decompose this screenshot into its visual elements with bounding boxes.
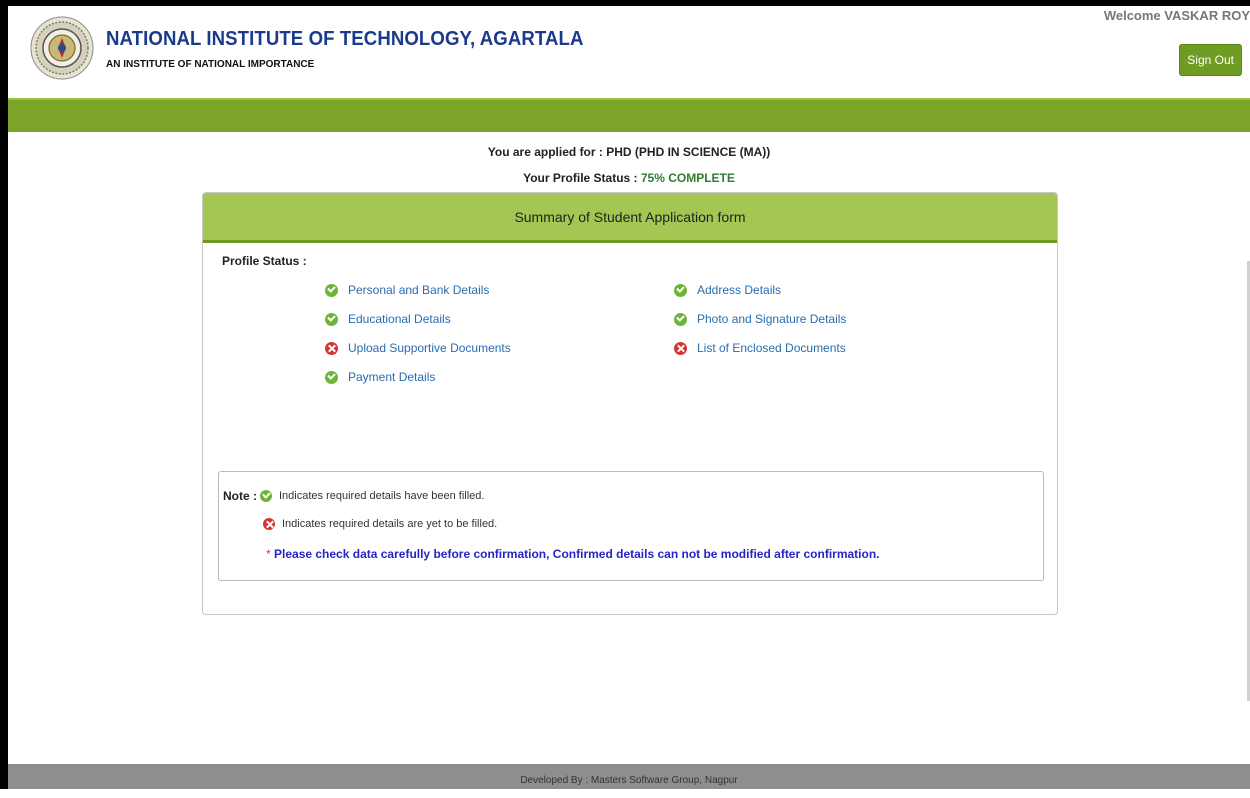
note-filled-text: Indicates required details have been fil… bbox=[279, 490, 485, 502]
status-item-label: Upload Supportive Documents bbox=[348, 341, 511, 355]
welcome-text: Welcome VASKAR ROY bbox=[1103, 8, 1250, 23]
check-circle-icon bbox=[674, 312, 687, 326]
check-circle-icon bbox=[260, 490, 272, 502]
site-header: NATIONAL INSTITUTE OF TECHNOLOGY, AGARTA… bbox=[8, 6, 1250, 98]
status-item-label: List of Enclosed Documents bbox=[697, 341, 846, 355]
applied-for-label: You are applied for : bbox=[487, 145, 607, 159]
status-item-label: Educational Details bbox=[348, 312, 451, 326]
institute-name: NATIONAL INSTITUTE OF TECHNOLOGY, AGARTA… bbox=[106, 28, 584, 50]
check-circle-icon bbox=[674, 283, 687, 297]
x-circle-icon bbox=[263, 518, 275, 530]
status-item-educational[interactable]: Educational Details bbox=[325, 312, 451, 326]
status-item-enclosed-documents[interactable]: List of Enclosed Documents bbox=[674, 341, 846, 355]
note-filled-row: Note : Indicates required details have b… bbox=[223, 489, 484, 503]
warning-asterisk: * bbox=[266, 547, 271, 561]
note-unfilled-row: Indicates required details are yet to be… bbox=[263, 518, 497, 530]
page: NATIONAL INSTITUTE OF TECHNOLOGY, AGARTA… bbox=[8, 6, 1250, 789]
check-circle-icon bbox=[325, 283, 338, 297]
note-label: Note : bbox=[223, 489, 257, 503]
check-circle-icon bbox=[325, 370, 338, 384]
note-box: Note : Indicates required details have b… bbox=[218, 471, 1044, 581]
footer: Developed By : Masters Software Group, N… bbox=[8, 764, 1250, 789]
profile-status-heading: Profile Status : bbox=[222, 254, 307, 268]
institute-tagline: AN INSTITUTE OF NATIONAL IMPORTANCE bbox=[106, 59, 315, 70]
note-unfilled-text: Indicates required details are yet to be… bbox=[282, 518, 498, 530]
applied-for-value: PHD (PHD IN SCIENCE (MA)) bbox=[606, 145, 771, 159]
sign-out-button[interactable]: Sign Out bbox=[1179, 44, 1242, 76]
status-item-payment[interactable]: Payment Details bbox=[325, 370, 435, 384]
profile-status: Your Profile Status : 75% COMPLETE bbox=[8, 171, 1250, 185]
nav-bar bbox=[8, 98, 1250, 132]
profile-status-label: Your Profile Status : bbox=[523, 171, 641, 185]
status-item-label: Photo and Signature Details bbox=[697, 312, 847, 326]
window-frame-left bbox=[0, 0, 8, 789]
x-circle-icon bbox=[325, 341, 338, 355]
status-item-label: Payment Details bbox=[348, 370, 436, 384]
profile-status-value: 75% COMPLETE bbox=[640, 171, 735, 185]
warning-text: Please check data carefully before confi… bbox=[274, 547, 880, 561]
x-circle-icon bbox=[674, 341, 687, 355]
institute-seal-icon bbox=[30, 16, 94, 80]
applied-for: You are applied for : PHD (PHD IN SCIENC… bbox=[8, 145, 1250, 159]
check-circle-icon bbox=[325, 312, 338, 326]
status-item-address[interactable]: Address Details bbox=[674, 283, 781, 297]
status-item-label: Address Details bbox=[697, 283, 782, 297]
status-item-personal-bank[interactable]: Personal and Bank Details bbox=[325, 283, 489, 297]
confirmation-warning: * Please check data carefully before con… bbox=[266, 547, 880, 561]
status-item-upload-documents[interactable]: Upload Supportive Documents bbox=[325, 341, 511, 355]
summary-panel: Summary of Student Application form Prof… bbox=[202, 192, 1058, 615]
panel-title: Summary of Student Application form bbox=[203, 193, 1057, 243]
status-item-label: Personal and Bank Details bbox=[348, 283, 490, 297]
status-item-photo-signature[interactable]: Photo and Signature Details bbox=[674, 312, 846, 326]
